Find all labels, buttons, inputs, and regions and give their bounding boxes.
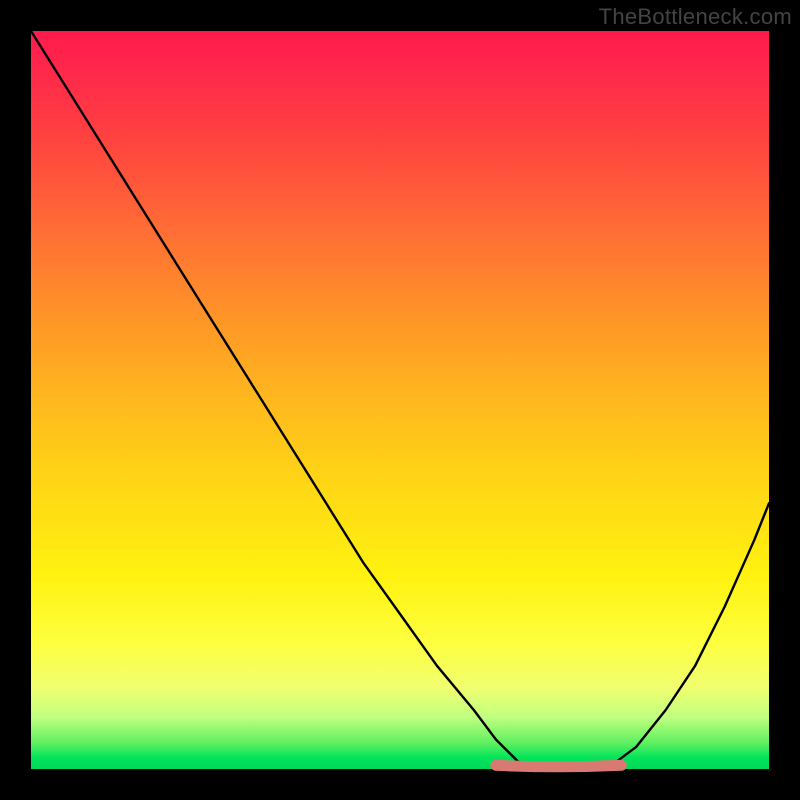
plot-area	[31, 31, 769, 769]
bottleneck-curve	[31, 31, 769, 769]
chart-frame: TheBottleneck.com	[0, 0, 800, 800]
trough-marker	[496, 765, 622, 767]
watermark-text: TheBottleneck.com	[599, 4, 792, 30]
curve-svg	[31, 31, 769, 769]
